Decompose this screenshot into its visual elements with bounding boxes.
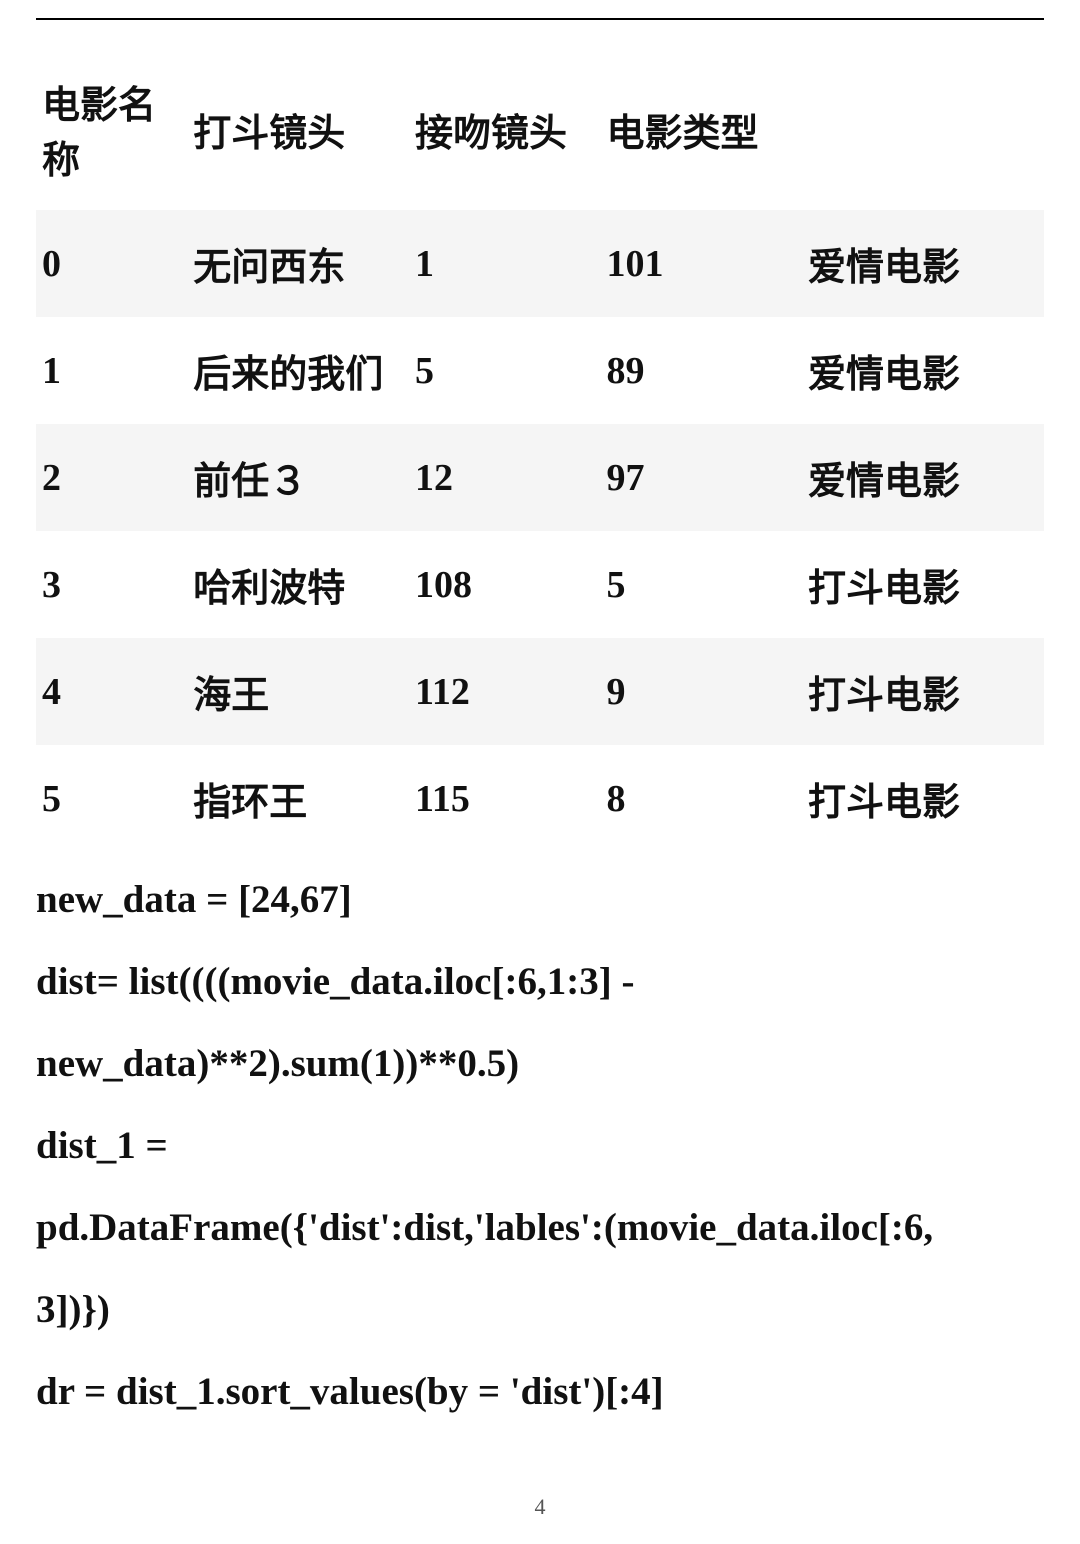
table-row: 4 海王 112 9 打斗电影: [36, 638, 1044, 745]
cell-name: 指环王: [187, 745, 409, 852]
cell-name: 无问西东: [187, 210, 409, 317]
col-header-fight: 打斗镜头: [187, 48, 409, 210]
cell-kiss: 101: [600, 210, 802, 317]
table-header-row: 电影名称 打斗镜头 接吻镜头 电影类型: [36, 48, 1044, 210]
cell-fight: 5: [409, 317, 601, 424]
cell-type: 爱情电影: [802, 424, 1044, 531]
cell-kiss: 9: [600, 638, 802, 745]
row-index: 5: [36, 745, 187, 852]
movie-table: 电影名称 打斗镜头 接吻镜头 电影类型 0 无问西东 1 101 爱情电影 1 …: [36, 48, 1044, 852]
cell-type: 打斗电影: [802, 745, 1044, 852]
cell-fight: 115: [409, 745, 601, 852]
cell-fight: 112: [409, 638, 601, 745]
cell-type: 爱情电影: [802, 317, 1044, 424]
cell-fight: 12: [409, 424, 601, 531]
cell-name: 前任３: [187, 424, 409, 531]
cell-name: 哈利波特: [187, 531, 409, 638]
page: 电影名称 打斗镜头 接吻镜头 电影类型 0 无问西东 1 101 爱情电影 1 …: [0, 18, 1080, 1544]
table-row: 1 后来的我们 5 89 爱情电影: [36, 317, 1044, 424]
code-line: new_data)**2).sum(1))**0.5): [36, 1026, 1044, 1102]
cell-name: 海王: [187, 638, 409, 745]
col-header-empty: [802, 48, 1044, 210]
row-index: 4: [36, 638, 187, 745]
row-index: 3: [36, 531, 187, 638]
code-line: dist= list((((movie_data.iloc[:6,1:3] -: [36, 944, 1044, 1020]
table-row: 0 无问西东 1 101 爱情电影: [36, 210, 1044, 317]
top-border-rule: [36, 18, 1044, 20]
cell-type: 爱情电影: [802, 210, 1044, 317]
table-row: 2 前任３ 12 97 爱情电影: [36, 424, 1044, 531]
col-header-name: 电影名称: [36, 48, 187, 210]
row-index: 0: [36, 210, 187, 317]
col-header-type: 电影类型: [600, 48, 802, 210]
page-number: 4: [0, 1494, 1080, 1520]
col-header-kiss: 接吻镜头: [409, 48, 601, 210]
table-row: 5 指环王 115 8 打斗电影: [36, 745, 1044, 852]
cell-type: 打斗电影: [802, 638, 1044, 745]
cell-kiss: 89: [600, 317, 802, 424]
code-line: dr = dist_1.sort_values(by = 'dist')[:4]: [36, 1354, 1044, 1430]
cell-name: 后来的我们: [187, 317, 409, 424]
code-line: 3])}): [36, 1272, 1044, 1348]
cell-kiss: 5: [600, 531, 802, 638]
code-line: dist_1 =: [36, 1108, 1044, 1184]
cell-kiss: 8: [600, 745, 802, 852]
row-index: 1: [36, 317, 187, 424]
table-row: 3 哈利波特 108 5 打斗电影: [36, 531, 1044, 638]
code-block: new_data = [24,67] dist= list((((movie_d…: [36, 862, 1044, 1430]
cell-kiss: 97: [600, 424, 802, 531]
row-index: 2: [36, 424, 187, 531]
code-line: new_data = [24,67]: [36, 862, 1044, 938]
cell-type: 打斗电影: [802, 531, 1044, 638]
code-line: pd.DataFrame({'dist':dist,'lables':(movi…: [36, 1190, 1044, 1266]
cell-fight: 108: [409, 531, 601, 638]
cell-fight: 1: [409, 210, 601, 317]
